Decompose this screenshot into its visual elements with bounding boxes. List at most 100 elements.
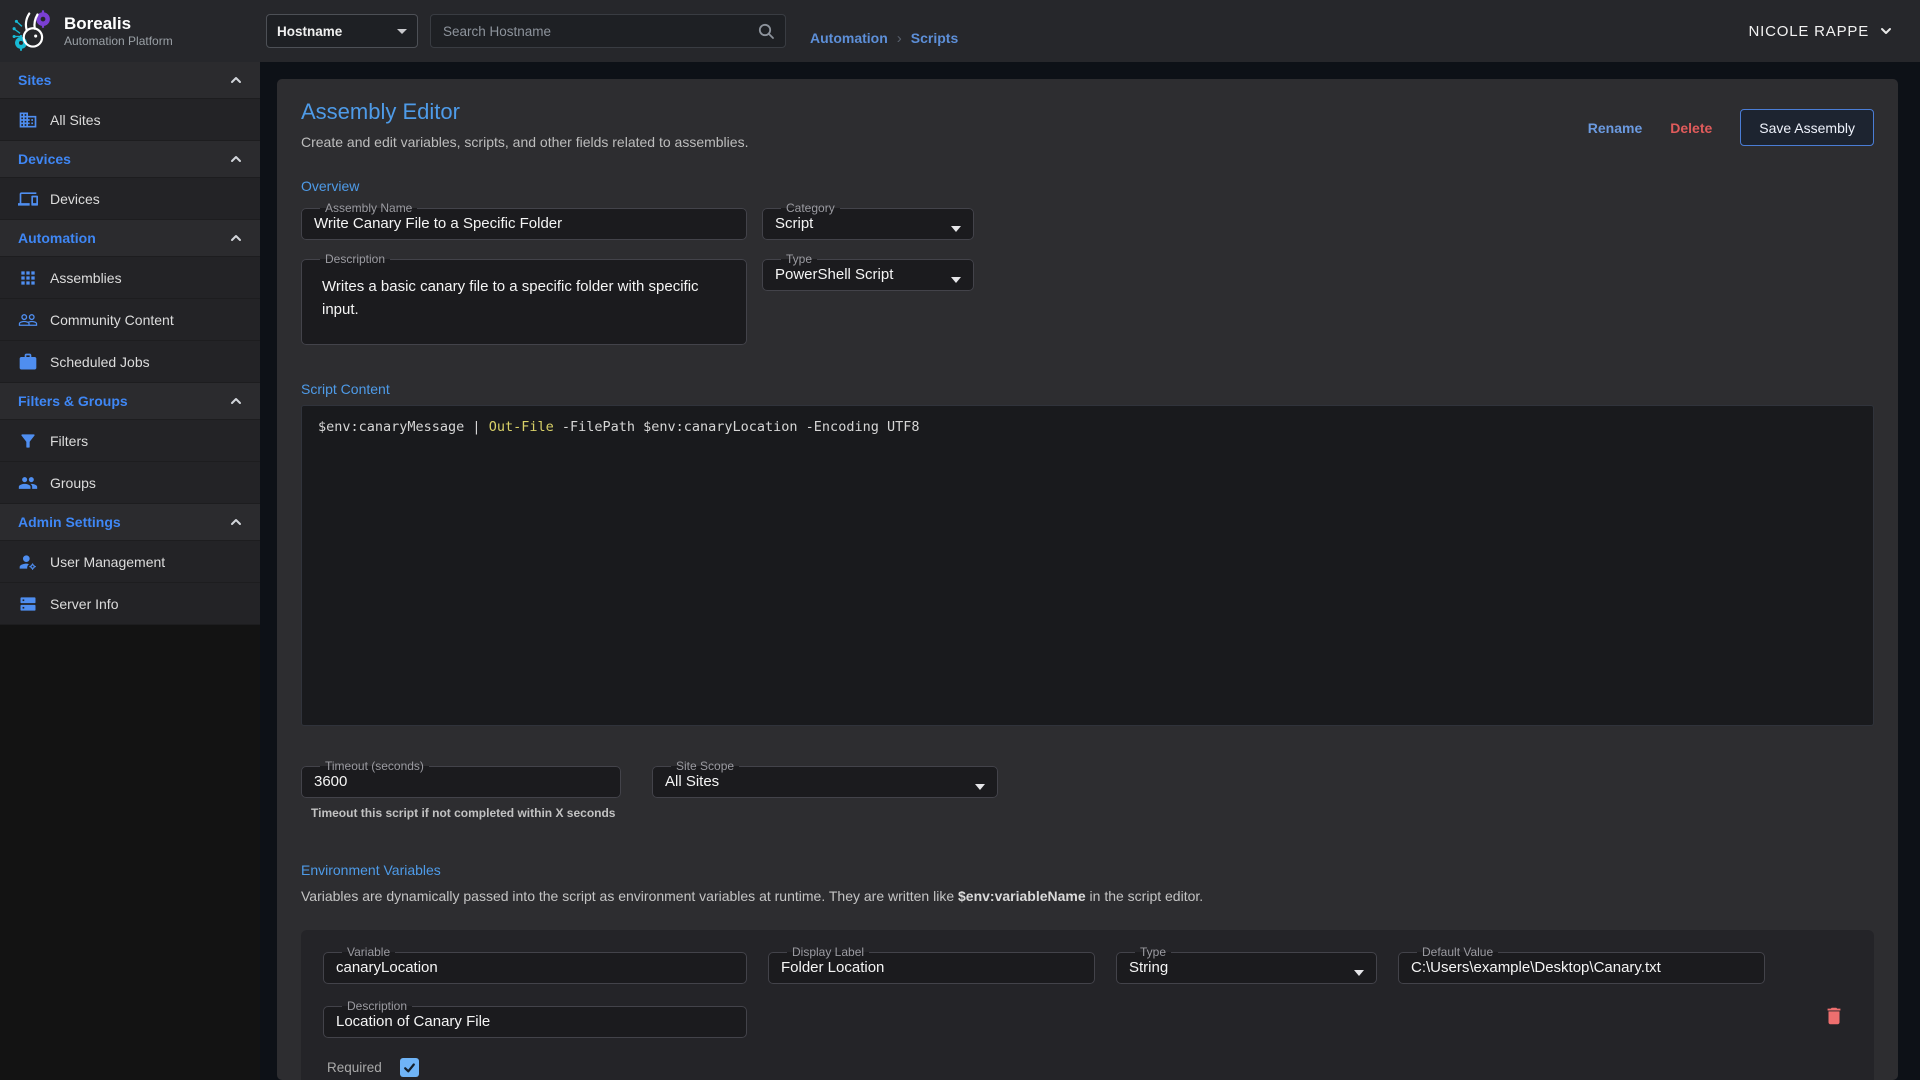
sidebar-item-groups[interactable]: Groups (0, 462, 260, 504)
site-scope-select[interactable]: Site Scope All Sites (652, 760, 998, 798)
field-label: Site Scope (671, 760, 739, 773)
chevron-up-icon (228, 151, 244, 167)
sidebar-filler (0, 625, 260, 1080)
user-gear-icon (18, 552, 38, 572)
delete-variable-button[interactable] (1820, 1002, 1848, 1030)
chevron-up-icon (228, 230, 244, 246)
user-name: NICOLE RAPPE (1749, 23, 1869, 40)
required-checkbox[interactable] (400, 1058, 419, 1077)
sidebar-section-filters-groups[interactable]: Filters & Groups (0, 383, 260, 420)
sidebar-item-filters[interactable]: Filters (0, 420, 260, 462)
page-title: Assembly Editor (301, 99, 748, 125)
type-value: PowerShell Script (775, 266, 961, 283)
script-code-editor[interactable]: $env:canaryMessage | Out-File -FilePath … (301, 405, 1874, 726)
people-outline-icon (18, 310, 38, 330)
save-assembly-button[interactable]: Save Assembly (1740, 109, 1874, 146)
sidebar-item-user-management[interactable]: User Management (0, 541, 260, 583)
hostname-select[interactable]: Hostname (266, 14, 418, 48)
assembly-name-value: Write Canary File to a Specific Folder (314, 215, 734, 232)
chevron-up-icon (228, 514, 244, 530)
rename-button[interactable]: Rename (1588, 120, 1642, 136)
sidebar-item-label: Assemblies (50, 270, 122, 286)
sidebar-item-devices[interactable]: Devices (0, 178, 260, 220)
sidebar-section-label: Devices (18, 151, 71, 167)
category-select[interactable]: Category Script (762, 202, 974, 240)
sidebar-section-admin-settings[interactable]: Admin Settings (0, 504, 260, 541)
user-menu[interactable]: NICOLE RAPPE (1749, 23, 1894, 40)
field-label: Category (781, 202, 840, 215)
sidebar-item-label: Devices (50, 191, 100, 207)
field-label: Type (1135, 946, 1171, 959)
field-label: Variable (342, 946, 395, 959)
sidebar-item-server-info[interactable]: Server Info (0, 583, 260, 625)
buildings-icon (18, 110, 38, 130)
sidebar-section-label: Admin Settings (18, 514, 121, 530)
breadcrumb-separator: › (897, 30, 902, 47)
default-value-field[interactable]: Default Value C:\Users\example\Desktop\C… (1398, 946, 1765, 984)
caret-down-icon (951, 226, 961, 232)
chevron-down-icon (1878, 23, 1894, 39)
brand[interactable]: Borealis Automation Platform (0, 9, 260, 53)
apps-grid-icon (18, 268, 38, 288)
code-token-keyword: Out-File (489, 419, 554, 435)
sidebar-section-automation[interactable]: Automation (0, 220, 260, 257)
chevron-up-icon (228, 393, 244, 409)
sidebar-section-devices[interactable]: Devices (0, 141, 260, 178)
devices-icon (18, 189, 38, 209)
page-subtitle: Create and edit variables, scripts, and … (301, 134, 748, 150)
sidebar-item-label: User Management (50, 554, 165, 570)
sidebar-item-label: Server Info (50, 596, 118, 612)
caret-down-icon (975, 784, 985, 790)
sidebar-item-assemblies[interactable]: Assemblies (0, 257, 260, 299)
breadcrumb-scripts[interactable]: Scripts (911, 30, 958, 46)
required-label: Required (327, 1060, 382, 1075)
search-icon (757, 22, 775, 40)
delete-button[interactable]: Delete (1670, 120, 1712, 136)
default-value-value: C:\Users\example\Desktop\Canary.txt (1411, 959, 1752, 976)
sidebar-item-label: Scheduled Jobs (50, 354, 150, 370)
caret-down-icon (1354, 970, 1364, 976)
hostname-select-value: Hostname (277, 24, 342, 39)
sidebar-section-label: Sites (18, 72, 51, 88)
script-content-heading: Script Content (301, 381, 1874, 397)
sidebar-item-scheduled-jobs[interactable]: Scheduled Jobs (0, 341, 260, 383)
field-label: Default Value (1417, 946, 1498, 959)
sidebar: Sites All Sites Devices Devices Automati… (0, 62, 260, 1080)
type-select[interactable]: Type PowerShell Script (762, 253, 974, 291)
search-box (430, 14, 786, 48)
code-token: -FilePath $env:canaryLocation -Encoding … (554, 419, 920, 435)
variable-type-value: String (1129, 959, 1364, 976)
search-input[interactable] (441, 23, 757, 40)
sidebar-item-community-content[interactable]: Community Content (0, 299, 260, 341)
top-bar: Borealis Automation Platform Hostname Au… (0, 0, 1920, 62)
chevron-up-icon (228, 72, 244, 88)
sidebar-item-all-sites[interactable]: All Sites (0, 99, 260, 141)
display-label-value: Folder Location (781, 959, 1082, 976)
groups-icon (18, 473, 38, 493)
breadcrumb: Automation › Scripts (810, 30, 958, 47)
variable-type-select[interactable]: Type String (1116, 946, 1377, 984)
caret-down-icon (951, 277, 961, 283)
env-variables-heading: Environment Variables (301, 862, 1874, 878)
variable-name-field[interactable]: Variable canaryLocation (323, 946, 747, 984)
brand-name: Borealis (64, 14, 173, 34)
overview-heading: Overview (301, 178, 1874, 194)
briefcase-icon (18, 352, 38, 372)
field-label: Type (781, 253, 817, 266)
field-label: Description (342, 1000, 412, 1013)
assembly-name-field[interactable]: Assembly Name Write Canary File to a Spe… (301, 202, 747, 240)
sidebar-section-label: Filters & Groups (18, 393, 128, 409)
sidebar-section-label: Automation (18, 230, 96, 246)
env-variable-token: $env:variableName (958, 888, 1086, 904)
sidebar-section-sites[interactable]: Sites (0, 62, 260, 99)
description-field[interactable]: Description Writes a basic canary file t… (301, 253, 747, 345)
caret-down-icon (397, 29, 407, 34)
display-label-field[interactable]: Display Label Folder Location (768, 946, 1095, 984)
field-label: Assembly Name (320, 202, 417, 215)
site-scope-value: All Sites (665, 773, 985, 790)
breadcrumb-automation[interactable]: Automation (810, 30, 888, 46)
variable-description-field[interactable]: Description Location of Canary File (323, 1000, 747, 1038)
timeout-field[interactable]: Timeout (seconds) 3600 (301, 760, 621, 798)
main-area: Assembly Editor Create and edit variable… (260, 62, 1920, 1080)
env-variable-row: Variable canaryLocation Display Label Fo… (301, 930, 1874, 1080)
